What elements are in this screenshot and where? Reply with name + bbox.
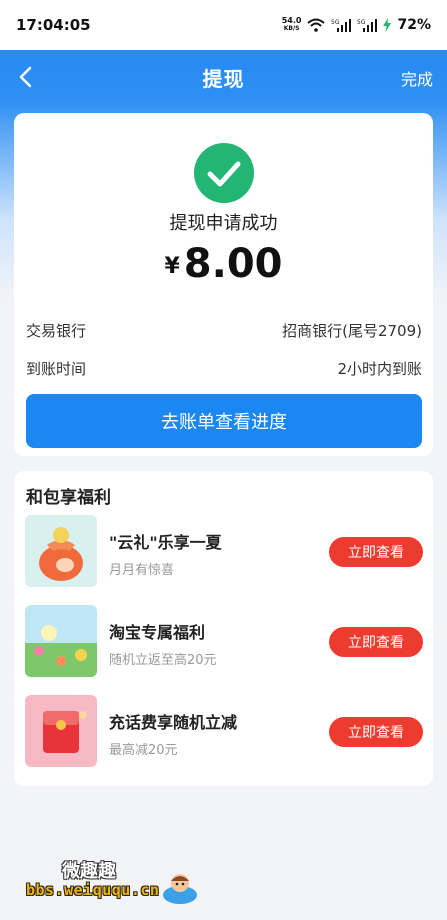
view-now-button[interactable]: 立即查看 (329, 627, 423, 657)
signal-5g-icon-2: 5G (357, 19, 378, 32)
watermark-name: 微趣趣 (62, 861, 116, 882)
done-button[interactable]: 完成 (401, 66, 433, 90)
bank-label: 交易银行 (26, 322, 87, 340)
view-now-button[interactable]: 立即查看 (329, 537, 423, 567)
nav-bar: 提现 完成 (0, 50, 447, 104)
back-arrow-icon[interactable] (12, 62, 42, 92)
lucky-bag-thumbnail (25, 515, 97, 587)
bank-row: 交易银行 招商银行(尾号2709) (26, 320, 422, 341)
perk-subtitle: 月月有惊喜 (109, 563, 175, 578)
withdraw-amount: ¥8.00 (14, 241, 433, 287)
page-title: 提现 (202, 66, 245, 91)
perks-card: 和包享福利 "云礼"乐享一夏 月月有惊喜 立即查看 淘宝专属福利 随机立返至高2… (14, 471, 433, 786)
wifi-icon (307, 18, 326, 32)
perk-item[interactable]: 充话费享随机立减 最高减20元 立即查看 (25, 695, 423, 767)
status-icons: 54.0 KB/S 5G 5G 72% (281, 16, 431, 34)
perk-item[interactable]: 淘宝专属福利 随机立返至高20元 立即查看 (25, 605, 423, 677)
perks-title: 和包享福利 (26, 488, 111, 508)
success-message: 提现申请成功 (169, 213, 278, 234)
bank-value: 招商银行(尾号2709) (282, 322, 422, 340)
success-check-icon (194, 143, 254, 203)
perk-subtitle: 随机立返至高20元 (109, 653, 217, 668)
network-speed: 54.0 KB/S (281, 16, 302, 33)
perk-title: 淘宝专属福利 (109, 623, 206, 642)
view-bill-progress-button[interactable]: 去账单查看进度 (26, 394, 422, 448)
status-bar: 17:04:05 54.0 KB/S 5G 5G 72% (0, 0, 447, 50)
battery-level: 72% (397, 17, 431, 33)
arrival-time-label: 到账时间 (26, 360, 87, 378)
svg-text:5G: 5G (331, 19, 340, 26)
red-envelope-thumbnail (25, 695, 97, 767)
view-now-button[interactable]: 立即查看 (329, 717, 423, 747)
charging-icon (383, 18, 392, 32)
mascot-icon (163, 874, 197, 904)
arrival-time-value: 2小时内到账 (337, 360, 422, 378)
perk-item[interactable]: "云礼"乐享一夏 月月有惊喜 立即查看 (25, 515, 423, 587)
taobao-garden-thumbnail (25, 605, 97, 677)
perk-title: "云礼"乐享一夏 (109, 533, 222, 552)
currency-symbol: ¥ (164, 254, 180, 279)
amount-value: 8.00 (183, 241, 283, 287)
watermark-url: bbs.weiququ.cn (26, 881, 160, 899)
withdraw-result-card: 提现申请成功 ¥8.00 交易银行 招商银行(尾号2709) 到账时间 2小时内… (14, 113, 433, 456)
perk-subtitle: 最高减20元 (109, 743, 178, 758)
arrival-time-row: 到账时间 2小时内到账 (26, 358, 422, 379)
perk-title: 充话费享随机立减 (109, 713, 238, 732)
watermark: 微趣趣 bbs.weiququ.cn (10, 845, 210, 915)
signal-5g-icon: 5G (331, 19, 352, 32)
svg-text:5G: 5G (357, 19, 366, 26)
status-time: 17:04:05 (16, 16, 91, 34)
